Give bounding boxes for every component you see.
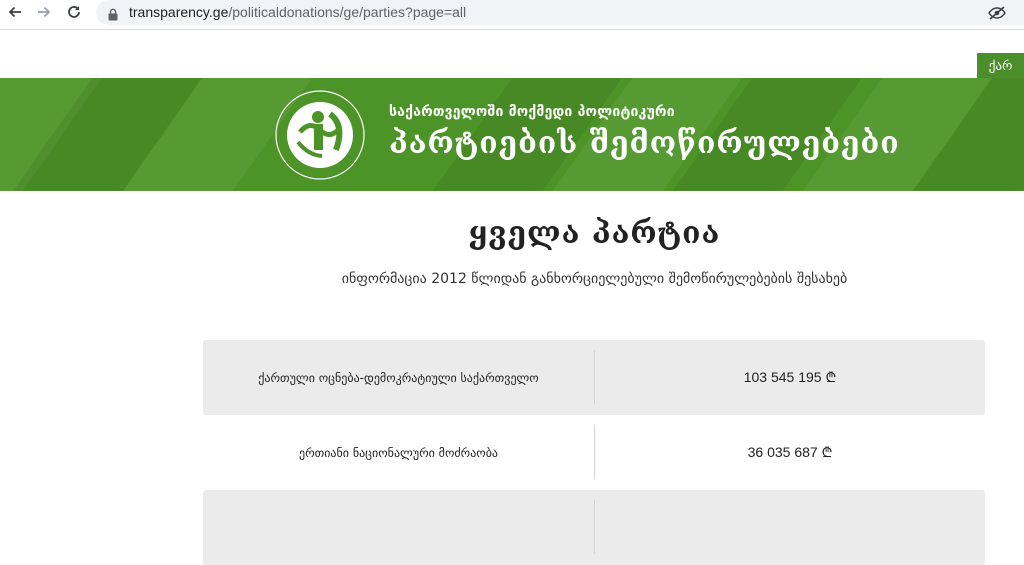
forward-arrow-icon[interactable]: [33, 2, 55, 22]
browser-toolbar: transparency.ge/politicaldonations/ge/pa…: [0, 0, 1024, 25]
back-arrow-icon[interactable]: [4, 2, 26, 22]
url-text: transparency.ge/politicaldonations/ge/pa…: [129, 4, 467, 20]
banner-subtitle: საქართველოში მოქმედი პოლიტიკური: [389, 104, 675, 120]
party-name[interactable]: [203, 490, 594, 565]
address-bar[interactable]: transparency.ge/politicaldonations/ge/pa…: [96, 0, 1024, 25]
page-title: ყველა პარტია: [468, 216, 721, 251]
table-row[interactable]: [203, 490, 985, 565]
donation-amount: [595, 490, 985, 565]
donation-amount: 103 545 195 ₾: [743, 369, 837, 385]
tracking-protection-eye-icon[interactable]: [988, 5, 1006, 24]
party-name[interactable]: ქართული ოცნება-დემოკრატიული საქართველო: [203, 340, 594, 415]
parties-table: ქართული ოცნება-დემოკრატიული საქართველო 1…: [203, 340, 985, 565]
lock-icon[interactable]: [108, 6, 118, 25]
table-row[interactable]: ქართული ოცნება-დემოკრატიული საქართველო 1…: [203, 340, 985, 415]
donation-amount: 36 035 687 ₾: [747, 444, 833, 460]
table-row[interactable]: ერთიანი ნაციონალური მოძრაობა 36 035 687 …: [203, 415, 985, 490]
banner-title: პარტიების შემოწირულებები: [389, 126, 900, 161]
page-subtitle: ინფორმაცია 2012 წლიდან განხორციელებული შ…: [341, 271, 848, 287]
site-banner: საქართველოში მოქმედი პოლიტიკური პარტიები…: [0, 78, 1024, 191]
ti-logo-icon: [275, 90, 365, 180]
reload-icon[interactable]: [63, 2, 85, 22]
toolbar-divider: [0, 29, 1024, 30]
transparency-international-logo[interactable]: [270, 80, 380, 190]
party-name[interactable]: ერთიანი ნაციონალური მოძრაობა: [203, 415, 594, 490]
language-switch-tab[interactable]: ქარ: [975, 51, 1024, 79]
